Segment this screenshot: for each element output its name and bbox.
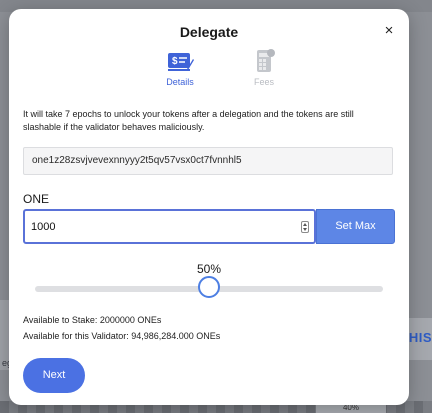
amount-stepper[interactable] [301,221,309,233]
stake-slider[interactable] [35,276,383,298]
svg-text:$: $ [172,56,178,67]
tab-details[interactable]: $ Details [145,49,215,87]
calculator-icon [257,49,275,72]
amount-input-wrapper [23,209,316,244]
next-button[interactable]: Next [23,358,85,393]
money-card-icon: $ [168,53,194,71]
tab-fees[interactable]: Fees [229,49,299,87]
amount-input[interactable] [25,211,301,242]
unlock-notice: It will take 7 epochs to unlock your tok… [23,109,354,132]
background-heading-fragment: HIS [408,330,432,345]
available-for-validator: Available for this Validator: 94,986,284… [23,331,221,341]
slider-handle[interactable] [198,276,220,298]
set-max-button[interactable]: Set Max [316,209,395,244]
modal-title: Delegate [179,24,239,40]
slider-percent: 50% [196,262,222,276]
tab-fees-label: Fees [253,77,274,87]
tab-details-label: Details [166,77,194,87]
validator-address-field: one1z28zsvjvevexnnyyy2t5qv57vsx0ct7fvnnh… [23,147,393,175]
close-icon[interactable]: × [381,23,397,39]
stepper-up-icon[interactable] [303,223,307,226]
stepper-down-icon[interactable] [303,228,307,231]
available-to-stake: Available to Stake: 2000000 ONEs [23,315,162,325]
amount-label: ONE [23,192,50,206]
delegate-modal: Delegate × $ Details Fees It will take 7… [9,9,409,405]
